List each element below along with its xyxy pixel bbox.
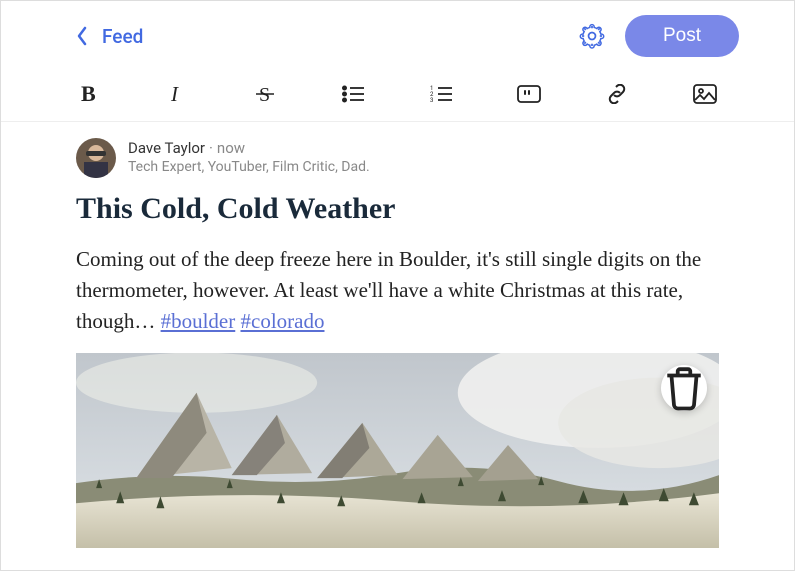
strikethrough-button[interactable]: S — [252, 81, 278, 107]
quote-button[interactable] — [516, 81, 542, 107]
italic-button[interactable]: I — [164, 81, 190, 107]
post-title[interactable]: This Cold, Cold Weather — [76, 192, 719, 226]
svg-text:I: I — [170, 83, 179, 105]
attached-image[interactable] — [76, 353, 719, 548]
post-body[interactable]: Coming out of the deep freeze here in Bo… — [76, 244, 719, 337]
header-bar: Feed Post — [1, 1, 794, 67]
bulleted-list-button[interactable] — [340, 81, 366, 107]
author-row: Dave Taylor·now Tech Expert, YouTuber, F… — [76, 138, 719, 178]
delete-image-button[interactable] — [661, 365, 707, 411]
back-chevron-icon[interactable] — [76, 26, 88, 46]
formatting-toolbar: B I S 1 2 3 — [1, 67, 794, 122]
timestamp: now — [217, 139, 245, 157]
header-left: Feed — [76, 25, 143, 48]
header-right: Post — [579, 15, 739, 57]
svg-text:B: B — [81, 83, 96, 105]
image-button[interactable] — [692, 81, 718, 107]
feed-link[interactable]: Feed — [102, 25, 143, 48]
link-button[interactable] — [604, 81, 630, 107]
post-button[interactable]: Post — [625, 15, 739, 57]
hashtag-boulder[interactable]: #boulder — [161, 309, 236, 333]
settings-gear-icon[interactable] — [579, 23, 605, 49]
post-editor: Dave Taylor·now Tech Expert, YouTuber, F… — [1, 122, 794, 548]
numbered-list-button[interactable]: 1 2 3 — [428, 81, 454, 107]
svg-text:3: 3 — [430, 97, 433, 103]
separator-dot: · — [205, 139, 217, 157]
author-meta: Dave Taylor·now Tech Expert, YouTuber, F… — [128, 138, 370, 175]
trash-icon — [661, 365, 707, 411]
author-name[interactable]: Dave Taylor — [128, 139, 205, 157]
avatar[interactable] — [76, 138, 116, 178]
bold-button[interactable]: B — [76, 81, 102, 107]
hashtag-colorado[interactable]: #colorado — [241, 309, 325, 333]
author-tagline: Tech Expert, YouTuber, Film Critic, Dad. — [128, 159, 370, 175]
